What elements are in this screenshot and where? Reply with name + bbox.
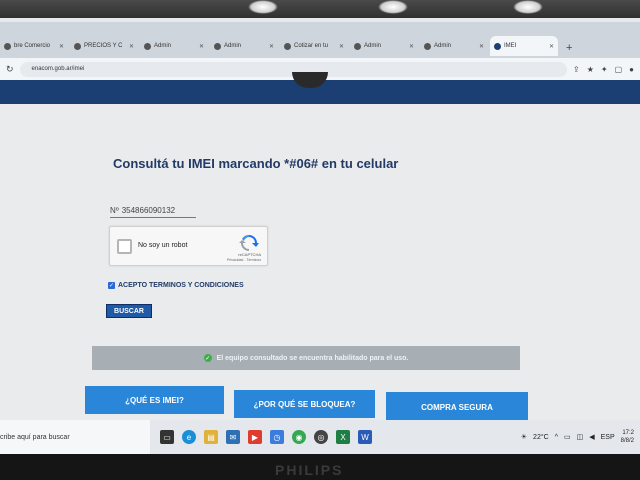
status-message: El equipo consultado se encuentra habili…	[216, 354, 409, 362]
terms-row: ✓ ACEPTO TERMINOS Y CONDICIONES	[108, 282, 244, 289]
tab-label: Admin	[224, 43, 242, 49]
imei-value: 354866090132	[121, 206, 176, 215]
tab-label: IMEI	[504, 43, 517, 49]
clock-date: 8/8/2	[620, 438, 634, 444]
close-tab-icon[interactable]: ✕	[129, 43, 134, 50]
browser-tab[interactable]: Cotizar en tu ✕	[280, 36, 348, 56]
search-button[interactable]: BUSCAR	[106, 304, 152, 318]
tab-label: bre Comercio	[14, 43, 51, 49]
tab-favicon-icon	[144, 42, 151, 50]
page-content: Consultá tu IMEI marcando *#06# en tu ce…	[0, 104, 640, 424]
youtube-icon[interactable]: ▶	[248, 430, 262, 444]
tab-favicon-icon	[4, 42, 11, 50]
recaptcha-checkbox[interactable]	[117, 239, 132, 254]
tab-label: PRECIOS Y C	[84, 43, 123, 49]
browser-tab[interactable]: Admin ✕	[210, 36, 278, 56]
recaptcha-logo-icon	[239, 235, 259, 251]
page-title: Consultá tu IMEI marcando *#06# en tu ce…	[113, 156, 399, 171]
excel-icon[interactable]: X	[336, 430, 350, 444]
ceiling-light	[378, 0, 408, 14]
share-icon[interactable]: ⇪	[573, 65, 580, 74]
close-tab-icon[interactable]: ✕	[59, 43, 64, 50]
browser-tab[interactable]: bre Comercio ✕	[0, 36, 68, 56]
chevron-up-icon[interactable]: ^	[555, 434, 558, 441]
network-icon[interactable]: ◫	[577, 433, 584, 441]
clock-app-icon[interactable]: ◷	[270, 430, 284, 444]
sidebar-icon[interactable]: ▢	[615, 65, 623, 74]
browser-tab[interactable]: Admin ✕	[140, 36, 208, 56]
terms-checkbox[interactable]: ✓	[108, 282, 115, 289]
word-icon[interactable]: W	[358, 430, 372, 444]
terms-label: ACEPTO TERMINOS Y CONDICIONES	[118, 282, 244, 289]
tab-favicon-icon	[74, 42, 81, 50]
imei-prefix: Nº	[110, 206, 119, 215]
app-icon[interactable]: ◎	[314, 430, 328, 444]
battery-icon[interactable]: ▭	[564, 433, 571, 441]
close-tab-icon[interactable]: ✕	[339, 43, 344, 50]
tab-favicon-icon	[284, 42, 291, 50]
close-tab-icon[interactable]: ✕	[199, 43, 204, 50]
browser-tab[interactable]: Admin ✕	[420, 36, 488, 56]
new-tab-button[interactable]: +	[566, 42, 572, 54]
profile-icon[interactable]: ●	[629, 65, 634, 74]
mail-icon[interactable]: ✉	[226, 430, 240, 444]
reload-icon[interactable]: ↻	[6, 64, 14, 75]
temperature: 22°C	[533, 433, 549, 441]
safe-purchase-button[interactable]: COMPRA SEGURA	[386, 392, 528, 422]
close-tab-icon[interactable]: ✕	[479, 43, 484, 50]
tab-favicon-icon	[424, 42, 431, 50]
imei-input[interactable]: Nº 354866090132	[110, 204, 196, 218]
ceiling-light	[513, 0, 543, 14]
close-tab-icon[interactable]: ✕	[549, 43, 554, 50]
tab-favicon-icon	[214, 42, 221, 50]
browser-tabstrip: bre Comercio ✕ PRECIOS Y C ✕ Admin ✕ Adm…	[0, 22, 640, 60]
taskbar-search-placeholder: cribe aquí para buscar	[0, 433, 70, 441]
tab-label: Admin	[364, 43, 382, 49]
tab-favicon-icon	[354, 42, 361, 50]
check-circle-icon: ✓	[203, 354, 212, 362]
edge-icon[interactable]: e	[182, 430, 196, 444]
what-is-imei-button[interactable]: ¿QUÉ ES IMEI?	[85, 386, 224, 414]
browser-tab[interactable]: Admin ✕	[350, 36, 418, 56]
extensions-icon[interactable]: ✦	[601, 65, 608, 74]
volume-icon[interactable]: ◀	[589, 433, 594, 441]
tab-label: Admin	[154, 43, 172, 49]
recaptcha-brand: reCAPTCHA	[238, 252, 261, 257]
tab-favicon-icon	[494, 42, 501, 50]
weather-icon[interactable]: ☀	[521, 433, 527, 441]
recaptcha-label: No soy un robot	[138, 242, 188, 249]
close-tab-icon[interactable]: ✕	[409, 43, 414, 50]
clock-time: 17:2	[622, 430, 634, 436]
ceiling-light	[248, 0, 278, 14]
task-view-icon[interactable]: ▭	[160, 430, 174, 444]
language-indicator[interactable]: ESP	[601, 434, 615, 441]
why-blocked-button[interactable]: ¿POR QUÉ SE BLOQUEA?	[234, 390, 375, 418]
taskbar: cribe aquí para buscar ▭ e ▤ ✉ ▶ ◷ ◉ ◎ X…	[0, 420, 640, 454]
clock[interactable]: 17:2 8/8/2	[621, 429, 634, 445]
file-explorer-icon[interactable]: ▤	[204, 430, 218, 444]
tab-label: Admin	[434, 43, 452, 49]
url-text: enacom.gob.ar/imei	[31, 66, 85, 72]
recaptcha-links[interactable]: Privacidad - Términos	[227, 258, 261, 262]
close-tab-icon[interactable]: ✕	[269, 43, 274, 50]
recaptcha-widget: No soy un robot reCAPTCHA Privacidad - T…	[109, 226, 268, 266]
browser-tab[interactable]: PRECIOS Y C ✕	[70, 36, 138, 56]
status-banner: ✓ El equipo consultado se encuentra habi…	[92, 346, 520, 370]
bookmark-star-icon[interactable]: ★	[587, 65, 594, 74]
browser-tab-active[interactable]: IMEI ✕	[490, 36, 558, 56]
monitor-brand-logo: PHILIPS	[275, 462, 344, 478]
taskbar-search[interactable]: cribe aquí para buscar	[0, 420, 150, 454]
chrome-icon[interactable]: ◉	[292, 430, 306, 444]
tab-label: Cotizar en tu	[294, 43, 329, 49]
